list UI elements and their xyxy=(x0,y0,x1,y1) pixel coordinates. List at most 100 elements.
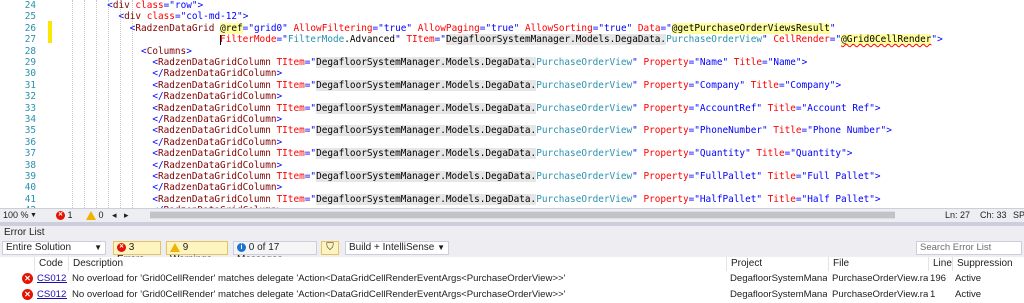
code-text: <div class="col-md-12"> xyxy=(118,11,249,23)
code-text: <RadzenDataGridColumn TItem="DegafloorSy… xyxy=(152,102,881,114)
code-line[interactable]: 40 </RadzenDataGridColumn> xyxy=(0,182,1024,193)
error-file: PurchaseOrderView.razor xyxy=(832,289,928,300)
code-editor[interactable]: 24 <div class="row"> 25 <div class="col-m… xyxy=(0,0,1024,208)
table-row[interactable]: ✕ CS0123 No overload for 'Grid0CellRende… xyxy=(0,271,1024,287)
error-indicator[interactable]: ✕ 1 xyxy=(56,210,73,221)
error-table-header: Code Description Project File Line Suppr… xyxy=(0,257,1024,283)
code-text: </RadzenDataGridColumn> xyxy=(152,136,283,148)
line-number: 38 xyxy=(24,159,36,171)
line-indicator[interactable]: Ln: 27 xyxy=(945,210,970,221)
line-number: 27 xyxy=(24,34,36,46)
error-code-link[interactable]: CS0123 xyxy=(37,287,67,303)
warnings-filter-button[interactable]: 9 Warnings xyxy=(166,241,228,265)
error-icon: ✕ xyxy=(22,289,33,300)
nav-back-icon[interactable]: ◂ xyxy=(112,210,117,221)
line-number: 30 xyxy=(24,68,36,80)
editor-status-bar: 100 % ▼ ✕ 1 0 ◂ ▸ Ln: 27 Ch: 33 SPC xyxy=(0,208,1024,222)
chevron-down-icon: ▼ xyxy=(94,243,102,252)
column-header-description[interactable]: Description xyxy=(68,257,726,271)
code-text: <RadzenDataGridColumn TItem="DegafloorSy… xyxy=(152,125,892,137)
filter-toggle-button[interactable]: ⛉ xyxy=(321,241,339,255)
search-placeholder: Search Error List xyxy=(920,242,992,253)
code-text: </RadzenDataGridColumn> xyxy=(152,91,283,103)
code-text: </RadzenDataGridColumn> xyxy=(152,159,283,171)
column-header-code[interactable]: Code xyxy=(34,257,68,271)
nav-forward-icon[interactable]: ▸ xyxy=(124,210,129,221)
code-line[interactable]: 32 </RadzenDataGridColumn> xyxy=(0,91,1024,102)
search-error-list-input[interactable]: Search Error List xyxy=(916,241,1022,255)
line-number: 35 xyxy=(24,125,36,137)
error-icon: ✕ xyxy=(117,242,126,252)
error-icon: ✕ xyxy=(56,211,65,221)
column-header-line[interactable]: Line xyxy=(928,257,952,271)
line-number: 34 xyxy=(24,114,36,125)
column-header-icon[interactable] xyxy=(0,257,34,271)
code-text: </RadzenDataGridColumn> xyxy=(152,182,283,194)
line-number: 29 xyxy=(24,57,36,68)
build-filter-dropdown[interactable]: Build + IntelliSense ▼ xyxy=(345,241,449,255)
table-row[interactable]: ✕ CS0123 No overload for 'Grid0CellRende… xyxy=(0,287,1024,303)
code-line[interactable]: 41 <RadzenDataGridColumn TItem="Degafloo… xyxy=(0,193,1024,205)
build-filter-label: Build + IntelliSense xyxy=(349,242,435,253)
line-number: 37 xyxy=(24,148,36,160)
error-line: 196 xyxy=(930,273,947,284)
warning-indicator-count: 0 xyxy=(98,210,104,220)
code-text: </RadzenDataGridColumn> xyxy=(152,114,283,125)
whitespace-indicator[interactable]: SPC xyxy=(1013,210,1024,221)
zoom-dropdown-icon[interactable]: ▼ xyxy=(30,210,37,221)
code-line[interactable]: 25 <div class="col-md-12"> xyxy=(0,11,1024,22)
code-line[interactable]: 24 <div class="row"> xyxy=(0,0,1024,11)
error-project: DegafloorSystemManager xyxy=(730,273,827,284)
line-number: 39 xyxy=(24,171,36,182)
horizontal-scrollbar[interactable] xyxy=(150,211,895,219)
line-number: 40 xyxy=(24,182,36,194)
error-suppression: Active xyxy=(955,289,982,300)
code-text: <RadzenDataGridColumn TItem="DegafloorSy… xyxy=(152,79,842,91)
error-code-link[interactable]: CS0123 xyxy=(37,271,67,287)
code-line[interactable]: 29 <RadzenDataGridColumn TItem="Degafloo… xyxy=(0,57,1024,68)
warning-icon xyxy=(170,242,180,252)
code-text: <RadzenDataGridColumn TItem="DegafloorSy… xyxy=(152,171,881,182)
error-icon: ✕ xyxy=(22,273,33,284)
line-number: 41 xyxy=(24,193,36,205)
zoom-level[interactable]: 100 % xyxy=(3,210,29,221)
error-suppression: Active xyxy=(955,273,982,284)
code-text: FilterMode="FilterMode.Advanced" TItem="… xyxy=(220,34,943,46)
code-text: <div class="row"> xyxy=(107,0,204,11)
info-icon: i xyxy=(237,242,246,252)
column-indicator[interactable]: Ch: 33 xyxy=(980,210,1007,221)
code-line[interactable]: 26 <RadzenDataGrid @ref="grid0" AllowFil… xyxy=(0,22,1024,34)
column-header-suppression[interactable]: Suppression State xyxy=(952,257,1024,283)
filter-icon: ⛉ xyxy=(326,242,334,253)
code-line[interactable]: 38 </RadzenDataGridColumn> xyxy=(0,160,1024,171)
error-list-title-bar: Error List xyxy=(0,226,1024,241)
code-line[interactable]: 36 </RadzenDataGridColumn> xyxy=(0,137,1024,148)
code-text: <RadzenDataGridColumn TItem="DegafloorSy… xyxy=(152,57,808,68)
code-text: <Columns> xyxy=(141,45,192,57)
code-line[interactable]: 34 </RadzenDataGridColumn> xyxy=(0,114,1024,125)
chevron-down-icon: ▼ xyxy=(437,243,445,252)
code-text: <RadzenDataGrid @ref="grid0" AllowFilter… xyxy=(129,22,836,34)
warning-icon xyxy=(86,211,96,221)
line-number: 33 xyxy=(24,102,36,114)
error-description: No overload for 'Grid0CellRender' matche… xyxy=(72,289,566,300)
column-header-project[interactable]: Project xyxy=(726,257,828,271)
messages-filter-button[interactable]: i 0 of 17 Messages xyxy=(233,241,317,265)
code-line[interactable]: 33 <RadzenDataGridColumn TItem="Degafloo… xyxy=(0,102,1024,114)
code-line[interactable]: 30 </RadzenDataGridColumn> xyxy=(0,68,1024,79)
warning-indicator[interactable]: 0 xyxy=(86,210,104,221)
code-line[interactable]: 31 <RadzenDataGridColumn TItem="Degafloo… xyxy=(0,79,1024,91)
panel-title: Error List xyxy=(4,227,45,238)
errors-filter-button[interactable]: ✕ 3 Errors xyxy=(113,241,161,265)
line-number: 36 xyxy=(24,136,36,148)
line-number: 24 xyxy=(24,0,36,11)
code-line[interactable]: 39 <RadzenDataGridColumn TItem="Degafloo… xyxy=(0,171,1024,182)
scrollbar-thumb[interactable] xyxy=(150,212,895,218)
code-line[interactable]: 28 <Columns> xyxy=(0,46,1024,57)
column-header-file[interactable]: File xyxy=(828,257,928,271)
scope-dropdown[interactable]: Entire Solution ▼ xyxy=(2,241,106,255)
code-line[interactable]: 37 <RadzenDataGridColumn TItem="Degafloo… xyxy=(0,148,1024,160)
code-line[interactable]: 35 <RadzenDataGridColumn TItem="Degafloo… xyxy=(0,125,1024,137)
error-description: No overload for 'Grid0CellRender' matche… xyxy=(72,273,566,284)
code-line[interactable]: 27 FilterMode="FilterMode.Advanced" TIte… xyxy=(0,34,1024,46)
